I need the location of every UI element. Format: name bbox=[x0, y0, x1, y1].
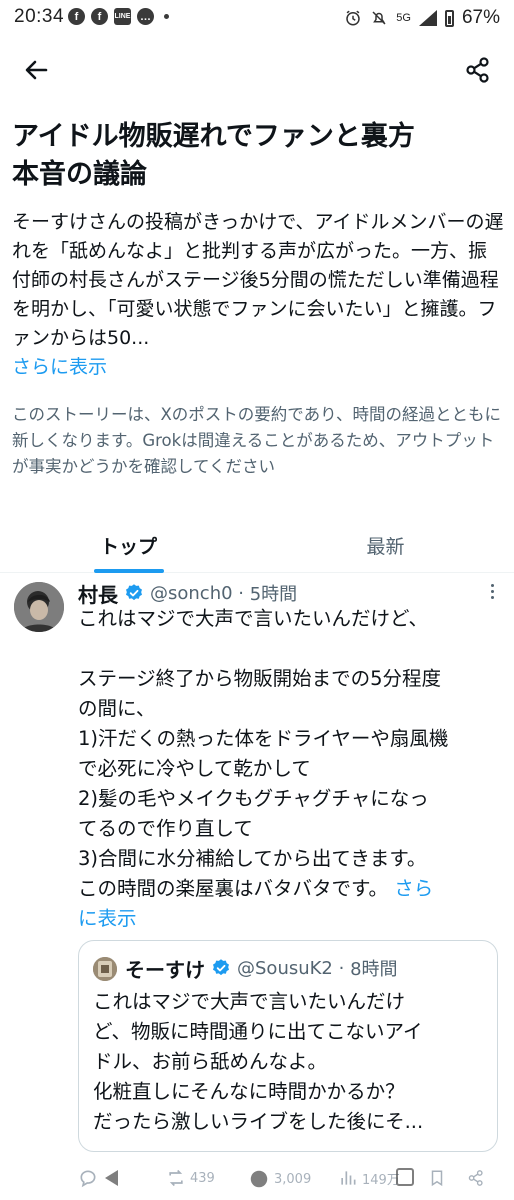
more-vertical-icon[interactable] bbox=[491, 584, 494, 599]
more-notifications-dot-icon bbox=[164, 14, 169, 19]
post-line: ステージ終了から物販開始までの5分程度 bbox=[78, 667, 442, 690]
views-icon bbox=[341, 1171, 356, 1185]
story-title-line-2: 本音の議論 bbox=[12, 159, 147, 190]
post-line: 1)汗だくの熱った体をドライヤーや扇風機 bbox=[78, 727, 449, 750]
back-triangle-icon bbox=[105, 1170, 118, 1186]
summary-show-more-link[interactable]: さらに表示 bbox=[12, 356, 107, 378]
facebook-icon: f bbox=[91, 8, 108, 25]
tab-selected-indicator bbox=[94, 569, 164, 573]
share-icon bbox=[466, 57, 489, 83]
bookmark-button[interactable] bbox=[428, 1168, 446, 1188]
line-icon: LINE bbox=[114, 8, 131, 25]
post-line-text: この時間の楽屋裏はバタバタです。 bbox=[78, 877, 389, 900]
quote-line: ドル、お前ら舐めんなよ。 bbox=[93, 1050, 328, 1073]
quote-line: 化粧直しにそんなに時間かかるか？ bbox=[93, 1080, 405, 1103]
separator-dot: · bbox=[232, 582, 250, 604]
mute-icon bbox=[372, 11, 386, 25]
alarm-icon bbox=[346, 10, 361, 26]
repost-button[interactable]: 439 bbox=[166, 1168, 215, 1188]
quote-line: ど、物販に時間通りに出てこないアイ bbox=[93, 1020, 423, 1043]
quote-text: これはマジで大声で言いたいんだけ ど、物販に時間通りに出てこないアイ ドル、お前… bbox=[93, 987, 489, 1137]
quote-avatar bbox=[93, 957, 117, 981]
back-button[interactable] bbox=[20, 54, 52, 86]
quote-time: 8時間 bbox=[350, 959, 398, 980]
post-action-bar: 439 3,009 149万 bbox=[0, 1162, 514, 1200]
post-line: てるので作り直して bbox=[78, 817, 253, 840]
share-icon bbox=[468, 1170, 483, 1186]
facebook-icon: f bbox=[68, 8, 85, 25]
chat-bubble-icon: … bbox=[137, 8, 154, 25]
grok-disclaimer: このストーリーは、Xのポストの要約であり、時間の経過とともに新しくなります。Gr… bbox=[12, 405, 501, 476]
reply-icon bbox=[80, 1170, 96, 1188]
share-button[interactable] bbox=[462, 54, 494, 86]
post-line: で必死に冷やして乾かして bbox=[78, 757, 311, 780]
notification-icons: f f LINE … bbox=[68, 8, 169, 25]
share-post-button[interactable] bbox=[466, 1168, 486, 1188]
arrow-left-icon bbox=[25, 60, 48, 80]
quote-line: だったら激しいライブをした後にそ... bbox=[93, 1110, 424, 1133]
quote-author-handle: @SousuK2 bbox=[237, 957, 333, 979]
post-line bbox=[78, 634, 506, 664]
avatar-image bbox=[14, 582, 64, 632]
post-line: の間に、 bbox=[78, 697, 156, 720]
status-bar: 20:34 f f LINE … 5G 67% bbox=[0, 0, 514, 34]
home-square-icon[interactable] bbox=[396, 1168, 414, 1186]
bookmark-icon bbox=[431, 1170, 443, 1187]
signal-icon bbox=[418, 10, 437, 26]
repost-icon bbox=[169, 1169, 183, 1187]
post-show-more-link-start[interactable]: さら bbox=[394, 877, 433, 900]
battery-icon bbox=[444, 9, 454, 27]
verified-badge-icon bbox=[211, 958, 231, 978]
network-type: 5G bbox=[396, 12, 411, 24]
reply-button[interactable] bbox=[78, 1168, 120, 1188]
story-title-line-1: アイドル物販遅れでファンと裏方 bbox=[12, 121, 415, 152]
like-icon bbox=[250, 1170, 268, 1188]
verified-badge-icon bbox=[124, 583, 144, 603]
quote-line: これはマジで大声で言いたいんだけ bbox=[93, 990, 406, 1013]
post-line: この時間の楽屋裏はバタバタです。 さら bbox=[78, 874, 506, 904]
quote-author-name: そーすけ bbox=[125, 957, 205, 982]
like-button[interactable]: 3,009 bbox=[248, 1168, 311, 1190]
status-right: 5G 67% bbox=[344, 7, 500, 29]
repost-count: 439 bbox=[190, 1170, 215, 1186]
post-line: 2)髪の毛やメイクもグチャグチャになっ bbox=[78, 787, 429, 810]
tab-top[interactable]: トップ bbox=[0, 518, 257, 572]
views-count: 149万 bbox=[362, 1172, 400, 1188]
story-summary-text: そーすけさんの投稿がきっかけで、アイドルメンバーの遅れを「舐めんなよ」と批判する… bbox=[12, 211, 504, 349]
top-navigation bbox=[0, 40, 514, 98]
avatar[interactable] bbox=[14, 582, 64, 632]
like-count: 3,009 bbox=[274, 1171, 312, 1187]
post-time[interactable]: 5時間 bbox=[250, 580, 297, 606]
status-time: 20:34 bbox=[14, 6, 65, 27]
views-button[interactable]: 149万 bbox=[338, 1168, 400, 1188]
tab-latest[interactable]: 最新 bbox=[257, 518, 514, 572]
separator-dot: · bbox=[332, 957, 351, 979]
tab-bar: トップ 最新 bbox=[0, 518, 514, 573]
quoted-post[interactable]: そーすけ @SousuK2 · 8時間 これはマジで大声で言いたいんだけ ど、物… bbox=[78, 940, 498, 1152]
story-summary: そーすけさんの投稿がきっかけで、アイドルメンバーの遅れを「舐めんなよ」と批判する… bbox=[12, 208, 504, 382]
post-show-more-link-end[interactable]: に表示 bbox=[78, 904, 506, 934]
post-text: これはマジで大声で言いたいんだけど、 ステージ終了から物販開始までの5分程度 の… bbox=[78, 604, 506, 934]
story-title: アイドル物販遅れでファンと裏方 本音の議論 bbox=[12, 118, 506, 194]
author-handle[interactable]: @sonch0 bbox=[150, 583, 233, 604]
battery-level: 67% bbox=[461, 7, 500, 28]
post-line: 3)合間に水分補給してから出てきます。 bbox=[78, 847, 427, 870]
quote-header: そーすけ @SousuK2 · 8時間 bbox=[125, 953, 495, 983]
post-line: これはマジで大声で言いたいんだけど、 bbox=[78, 607, 429, 630]
